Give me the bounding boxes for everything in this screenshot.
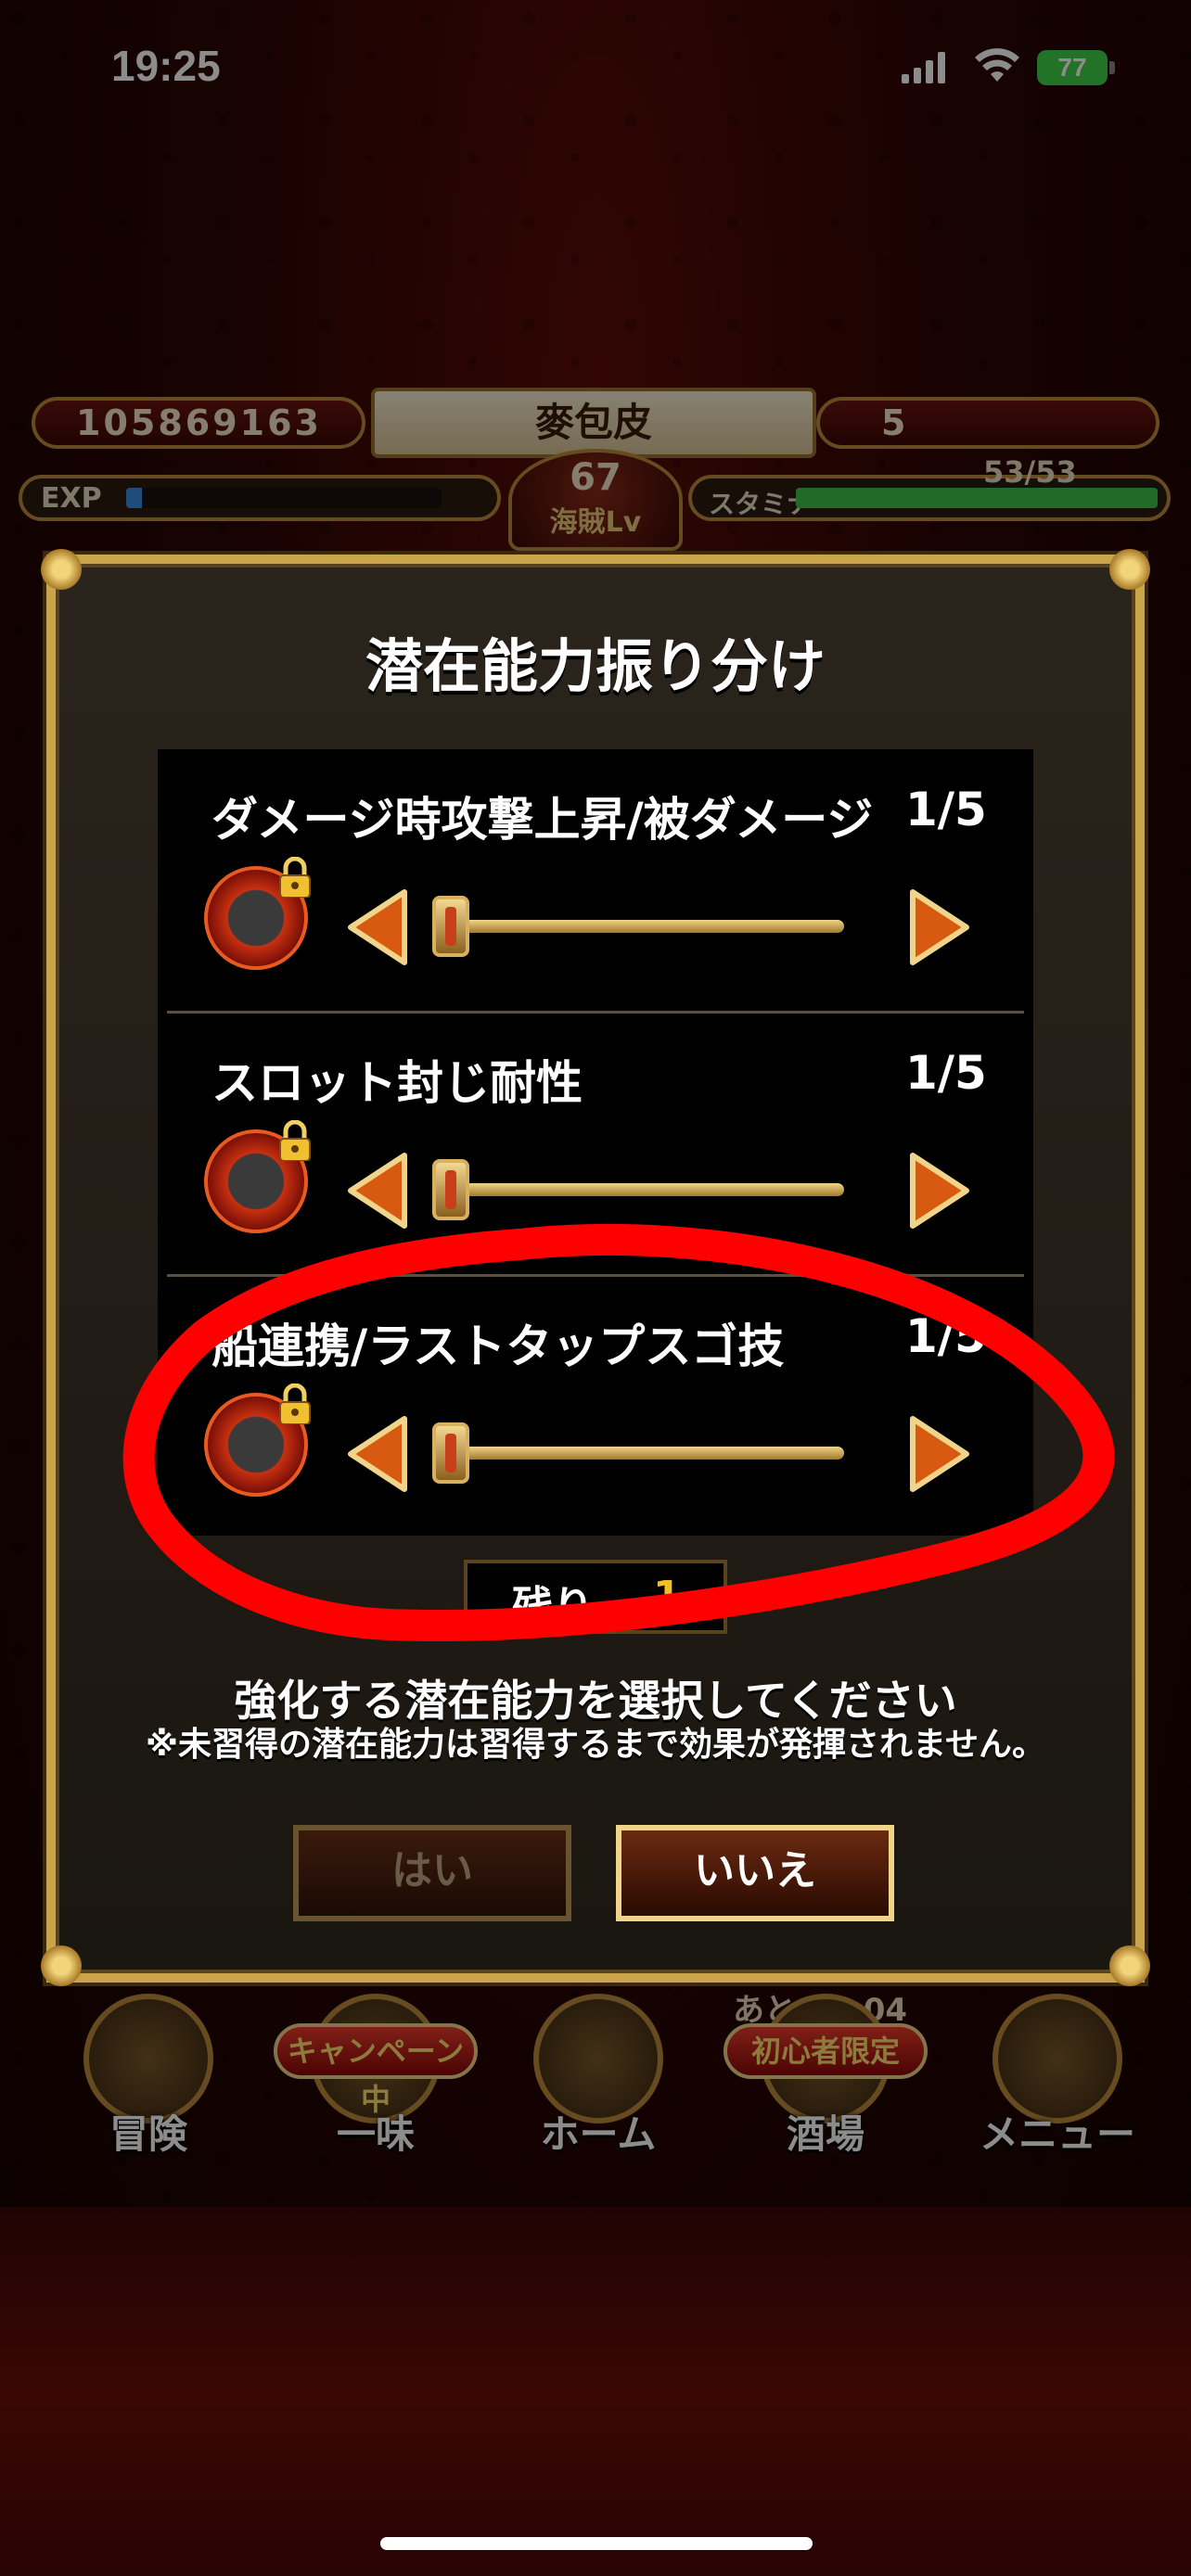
corner-ornament [1109, 1945, 1150, 1986]
decrease-arrow-button[interactable] [345, 1152, 410, 1230]
ability-label: ダメージ時攻撃上昇/被ダメージ [211, 793, 874, 847]
corner-ornament [1109, 549, 1150, 590]
yes-button[interactable]: はい [293, 1825, 571, 1921]
ability-label: スロット封じ耐性 [211, 1056, 583, 1110]
slider-track[interactable] [436, 1183, 844, 1196]
ability-label: 船連携/ラストタップスゴ技 [211, 1320, 785, 1373]
remaining-value: 1 [653, 1573, 682, 1620]
no-button[interactable]: いいえ [616, 1825, 894, 1921]
increase-arrow-button[interactable] [907, 1415, 972, 1493]
increase-arrow-button[interactable] [907, 888, 972, 966]
ability-count: 1/5 [905, 1046, 987, 1100]
corner-ornament [41, 549, 82, 590]
ability-row: ダメージ時攻撃上昇/被ダメージ 1/5 [158, 749, 1033, 1011]
attack-up-lock-icon [204, 857, 311, 970]
home-indicator[interactable] [380, 2537, 813, 2550]
padlock-icon [279, 1120, 311, 1161]
ability-count: 1/5 [905, 1309, 987, 1363]
corner-ornament [41, 1945, 82, 1986]
slot-seal-lock-icon [204, 1120, 311, 1233]
slider-handle[interactable] [432, 1159, 469, 1220]
padlock-icon [279, 1384, 311, 1424]
slider-track[interactable] [436, 1447, 844, 1460]
decrease-arrow-button[interactable] [345, 888, 410, 966]
ability-count: 1/5 [905, 783, 987, 836]
ability-list: ダメージ時攻撃上昇/被ダメージ 1/5 スロット封じ耐性 1/5 船連携/ラスト… [158, 749, 1033, 1536]
slider-track[interactable] [436, 920, 844, 933]
decrease-arrow-button[interactable] [345, 1415, 410, 1493]
dialog-title: 潜在能力振り分け [365, 632, 826, 700]
note-text: ※未習得の潜在能力は習得するまで効果が発揮されません。 [146, 1726, 1045, 1764]
padlock-icon [279, 857, 311, 898]
remaining-label: 残り [512, 1583, 594, 1630]
slider-handle[interactable] [432, 1422, 469, 1484]
remaining-points: 残り 1 [464, 1560, 727, 1634]
ship-link-lock-icon [204, 1384, 311, 1497]
ability-row: 船連携/ラストタップスゴ技 1/5 [158, 1276, 1033, 1537]
ability-row: スロット封じ耐性 1/5 [158, 1013, 1033, 1274]
increase-arrow-button[interactable] [907, 1152, 972, 1230]
slider-handle[interactable] [432, 896, 469, 957]
